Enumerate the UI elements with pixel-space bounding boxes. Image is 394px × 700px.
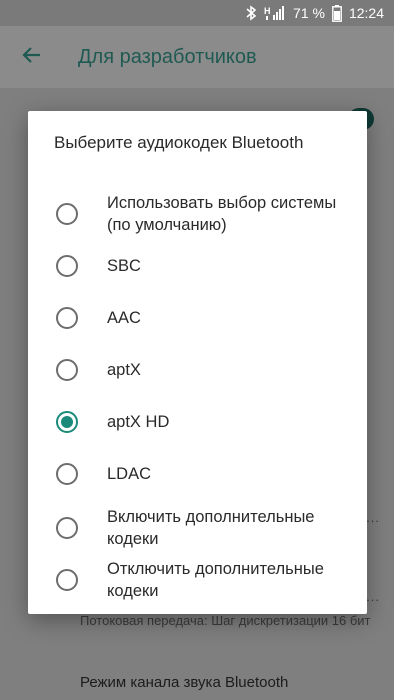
option-aac[interactable]: AAC <box>28 296 367 340</box>
option-label: Использовать выбор системы (по умолчанию… <box>107 194 337 234</box>
arrow-back-icon <box>21 46 41 69</box>
option-aptx-hd[interactable]: aptX HD <box>28 400 367 444</box>
option-label: AAC <box>107 309 141 327</box>
option-sbc[interactable]: SBC <box>28 244 367 288</box>
background-item-title: Режим канала звука Bluetooth <box>80 674 289 691</box>
option-disable-extra-codecs[interactable]: Отключить дополнительные кодеки <box>28 556 367 604</box>
option-label: aptX <box>107 361 141 379</box>
option-label: aptX HD <box>107 413 170 431</box>
radio-button[interactable] <box>56 359 78 381</box>
app-bar: Для разработчиков <box>0 26 394 88</box>
network-signal-icon: H <box>264 5 286 21</box>
background-overflow-text: ... <box>366 510 380 525</box>
battery-percent: 71 % <box>293 5 325 21</box>
svg-text:H: H <box>264 6 271 16</box>
option-label: LDAC <box>107 465 152 483</box>
option-label: Отключить дополнительные кодеки <box>107 560 324 600</box>
battery-icon <box>332 4 342 22</box>
option-system-default[interactable]: Использовать выбор системы (по умолчанию… <box>28 190 367 238</box>
dialog-title: Выберите аудиокодек Bluetooth <box>54 133 304 152</box>
option-label: Включить дополнительные кодеки <box>107 508 315 548</box>
option-label: SBC <box>107 257 141 275</box>
option-enable-extra-codecs[interactable]: Включить дополнительные кодеки <box>28 504 367 552</box>
back-button[interactable] <box>0 26 62 88</box>
codec-dialog: Выберите аудиокодек Bluetooth Использова… <box>28 111 367 614</box>
radio-button[interactable] <box>56 569 78 591</box>
radio-button[interactable] <box>56 203 78 225</box>
radio-button-checked[interactable] <box>56 411 78 433</box>
option-ldac[interactable]: LDAC <box>28 452 367 496</box>
radio-button[interactable] <box>56 255 78 277</box>
background-overflow-text: ... <box>366 589 380 604</box>
bluetooth-icon <box>245 5 257 21</box>
radio-button[interactable] <box>56 463 78 485</box>
radio-button[interactable] <box>56 307 78 329</box>
option-aptx[interactable]: aptX <box>28 348 367 392</box>
page-title: Для разработчиков <box>78 45 257 68</box>
clock: 12:24 <box>348 5 384 21</box>
radio-button[interactable] <box>56 517 78 539</box>
status-bar: H 71 % 12:24 <box>0 0 394 26</box>
background-item-subtitle: Потоковая передача: Шаг дискретизации 16… <box>80 613 371 628</box>
